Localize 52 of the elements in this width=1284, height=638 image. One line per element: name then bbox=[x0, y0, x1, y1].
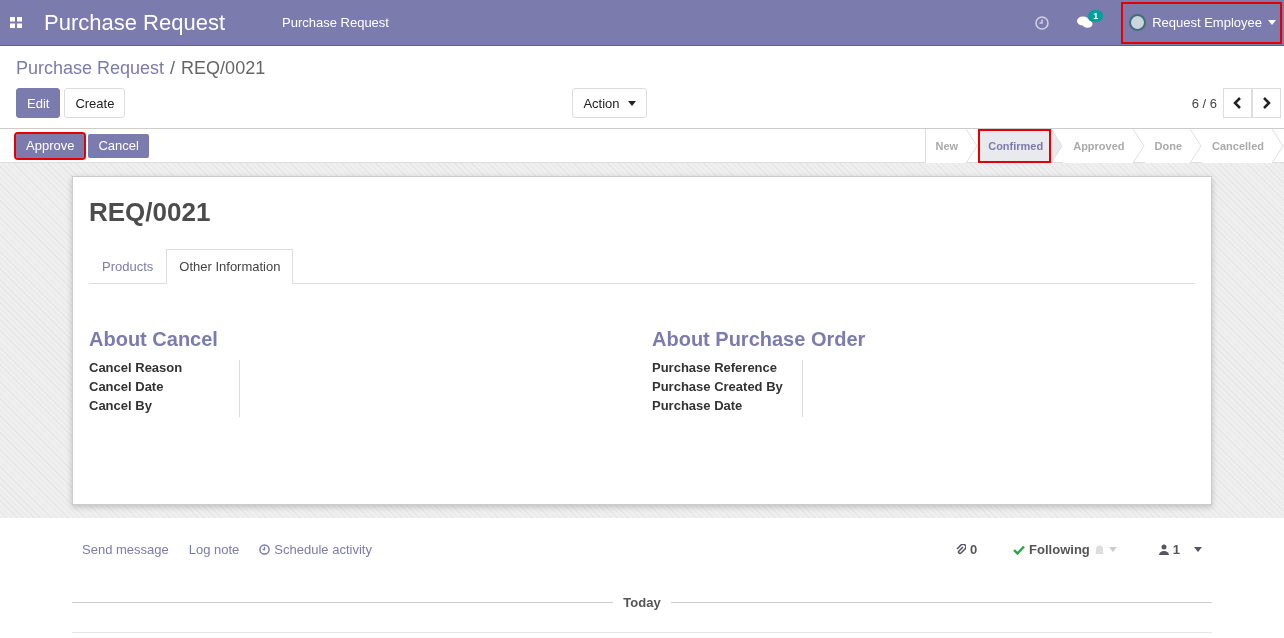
header-button[interactable]: Approve bbox=[16, 133, 85, 158]
previous-button[interactable] bbox=[1223, 88, 1252, 118]
clock-icon[interactable] bbox=[1035, 15, 1050, 30]
field-label: Cancel By bbox=[89, 398, 153, 415]
edit-button[interactable]: Edit bbox=[16, 88, 61, 118]
caret-icon bbox=[627, 100, 636, 106]
breadcrumb-link[interactable]: Purchase Request bbox=[16, 58, 165, 79]
followers-button[interactable]: 1 bbox=[1158, 542, 1202, 557]
avatar-icon bbox=[1129, 14, 1147, 31]
following-button[interactable]: Following bbox=[1013, 542, 1117, 557]
chevron-separator-icon bbox=[1132, 128, 1145, 163]
chatter-action[interactable]: Send message bbox=[82, 542, 169, 557]
chevron-separator-icon bbox=[966, 128, 979, 163]
date-divider: Today bbox=[623, 595, 661, 610]
field-label: Purchase Created By bbox=[652, 379, 784, 396]
group-title: About Purchase Order bbox=[652, 328, 867, 351]
chat-icon[interactable] bbox=[1077, 16, 1094, 29]
create-button[interactable]: Create bbox=[64, 88, 126, 118]
record-title: REQ/0021 bbox=[89, 197, 212, 228]
person-icon bbox=[1158, 544, 1169, 555]
message-count-badge: 1 bbox=[1088, 10, 1104, 22]
field-label: Cancel Reason bbox=[89, 360, 184, 377]
check-icon bbox=[1013, 544, 1026, 555]
chevron-left-icon bbox=[1233, 97, 1242, 109]
tab[interactable]: Products bbox=[89, 249, 167, 284]
bell-icon bbox=[1093, 543, 1105, 556]
field-label: Purchase Reference bbox=[652, 360, 778, 377]
caret-icon bbox=[1268, 20, 1276, 25]
app-title: Purchase Request bbox=[44, 9, 225, 36]
field-label: Cancel Date bbox=[89, 379, 165, 396]
chatter-action[interactable]: Log note bbox=[188, 542, 240, 557]
caret-icon bbox=[1108, 547, 1117, 552]
apps-grid-icon[interactable] bbox=[10, 17, 22, 28]
field-label: Purchase Date bbox=[652, 398, 744, 415]
chatter-action[interactable]: Schedule activity bbox=[259, 542, 372, 557]
clock-icon bbox=[259, 544, 271, 555]
paperclip-icon bbox=[955, 544, 966, 555]
header-button[interactable]: Cancel bbox=[88, 133, 149, 158]
breadcrumb-separator: / bbox=[170, 58, 176, 79]
menu-item[interactable]: Purchase Request bbox=[282, 15, 389, 30]
tab[interactable]: Other Information bbox=[166, 249, 294, 284]
chevron-separator-icon bbox=[1190, 128, 1203, 163]
pager-text: 6 / 6 bbox=[1191, 95, 1217, 111]
group-title: About Cancel bbox=[89, 328, 219, 351]
caret-icon bbox=[1194, 547, 1202, 552]
action-dropdown[interactable]: Action bbox=[572, 88, 647, 118]
chevron-separator-icon bbox=[1272, 128, 1284, 163]
attachment-count[interactable]: 0 bbox=[955, 542, 978, 557]
user-menu[interactable]: Request Employee bbox=[1121, 1, 1282, 44]
breadcrumb-current: REQ/0021 bbox=[181, 58, 266, 79]
chevron-right-icon bbox=[1262, 97, 1271, 109]
next-button[interactable] bbox=[1252, 88, 1281, 118]
